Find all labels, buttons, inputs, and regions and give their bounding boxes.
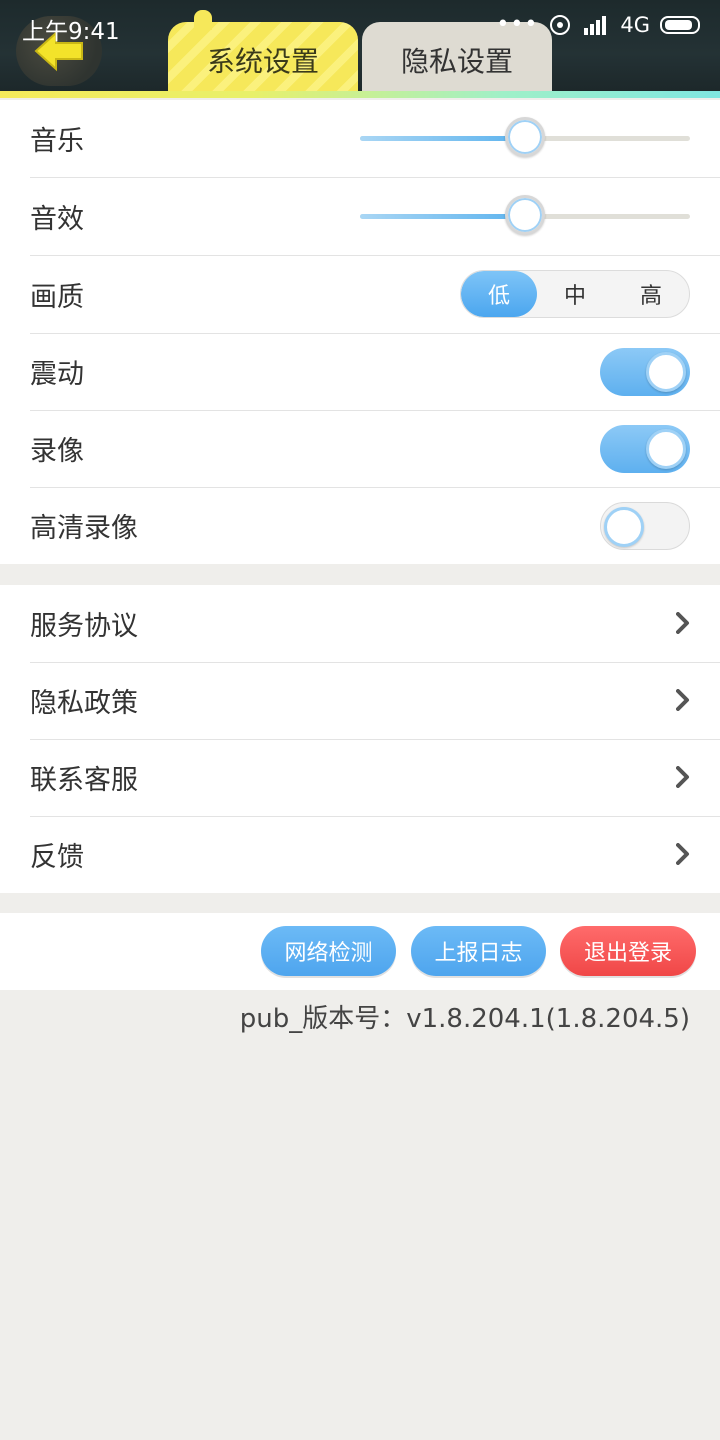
- setting-label: 震动: [30, 359, 84, 390]
- setting-label: 录像: [30, 436, 84, 467]
- signal-icon: [584, 16, 607, 35]
- quality-segmented-control: 低 中 高: [460, 270, 690, 318]
- chevron-right-icon: [676, 843, 689, 865]
- chevron-right-icon: [676, 766, 689, 788]
- setting-label: 画质: [30, 282, 84, 313]
- links-panel: 服务协议 隐私政策 联系客服 反馈: [0, 585, 720, 893]
- battery-icon: [660, 16, 700, 34]
- tab-system-settings[interactable]: 系统设置: [168, 10, 358, 98]
- recording-toggle[interactable]: [600, 425, 690, 473]
- link-label: 隐私政策: [30, 688, 138, 719]
- link-row-service-agreement[interactable]: 服务协议: [30, 585, 720, 663]
- link-label: 联系客服: [30, 765, 138, 796]
- sound-effect-slider[interactable]: [360, 178, 690, 255]
- toggle-knob: [646, 429, 686, 469]
- setting-row-recording: 录像: [30, 410, 720, 488]
- link-label: 服务协议: [30, 611, 138, 642]
- setting-row-sound-effect: 音效: [30, 178, 720, 256]
- chevron-right-icon: [676, 612, 689, 634]
- link-row-privacy-policy[interactable]: 隐私政策: [30, 662, 720, 740]
- setting-row-music: 音乐: [30, 100, 720, 178]
- link-label: 反馈: [30, 842, 84, 873]
- tab-label: 隐私设置: [400, 45, 513, 78]
- slider-thumb[interactable]: [505, 195, 545, 235]
- setting-label: 音乐: [30, 126, 84, 157]
- more-dots-icon: •••: [496, 12, 539, 37]
- hd-recording-toggle[interactable]: [600, 502, 690, 550]
- network-test-button[interactable]: 网络检测: [261, 926, 396, 976]
- slider-fill: [360, 136, 525, 141]
- status-time: 上午9:41: [22, 19, 120, 45]
- logout-button[interactable]: 退出登录: [560, 926, 696, 976]
- status-icons: ••• 4G: [496, 10, 700, 40]
- report-log-button[interactable]: 上报日志: [411, 926, 546, 976]
- setting-row-quality: 画质 低 中 高: [30, 256, 720, 334]
- tab-underline-glow: [0, 91, 720, 98]
- setting-label: 高清录像: [30, 513, 138, 544]
- network-type: 4G: [620, 13, 650, 37]
- quality-option-medium[interactable]: 中: [537, 271, 613, 317]
- setting-row-vibration: 震动: [30, 333, 720, 411]
- toggle-knob: [604, 507, 644, 547]
- slider-thumb[interactable]: [505, 117, 545, 157]
- settings-panel: 音乐 音效 画质 低 中 高 震动 录像 高清录像: [0, 100, 720, 564]
- link-row-contact-support[interactable]: 联系客服: [30, 739, 720, 817]
- setting-row-hd-recording: 高清录像: [30, 487, 720, 564]
- toggle-knob: [646, 352, 686, 392]
- quality-option-low[interactable]: 低: [461, 271, 537, 317]
- quality-option-high[interactable]: 高: [613, 271, 689, 317]
- vibration-toggle[interactable]: [600, 348, 690, 396]
- setting-label: 音效: [30, 204, 84, 235]
- actions-panel: 网络检测 上报日志 退出登录: [0, 913, 720, 990]
- tab-label: 系统设置: [206, 45, 319, 78]
- music-slider[interactable]: [360, 100, 690, 177]
- hotspot-icon: [550, 15, 571, 35]
- version-label: pub_版本号：v1.8.204.1(1.8.204.5): [239, 1004, 690, 1034]
- chevron-right-icon: [676, 689, 689, 711]
- slider-fill: [360, 214, 525, 219]
- link-row-feedback[interactable]: 反馈: [30, 816, 720, 893]
